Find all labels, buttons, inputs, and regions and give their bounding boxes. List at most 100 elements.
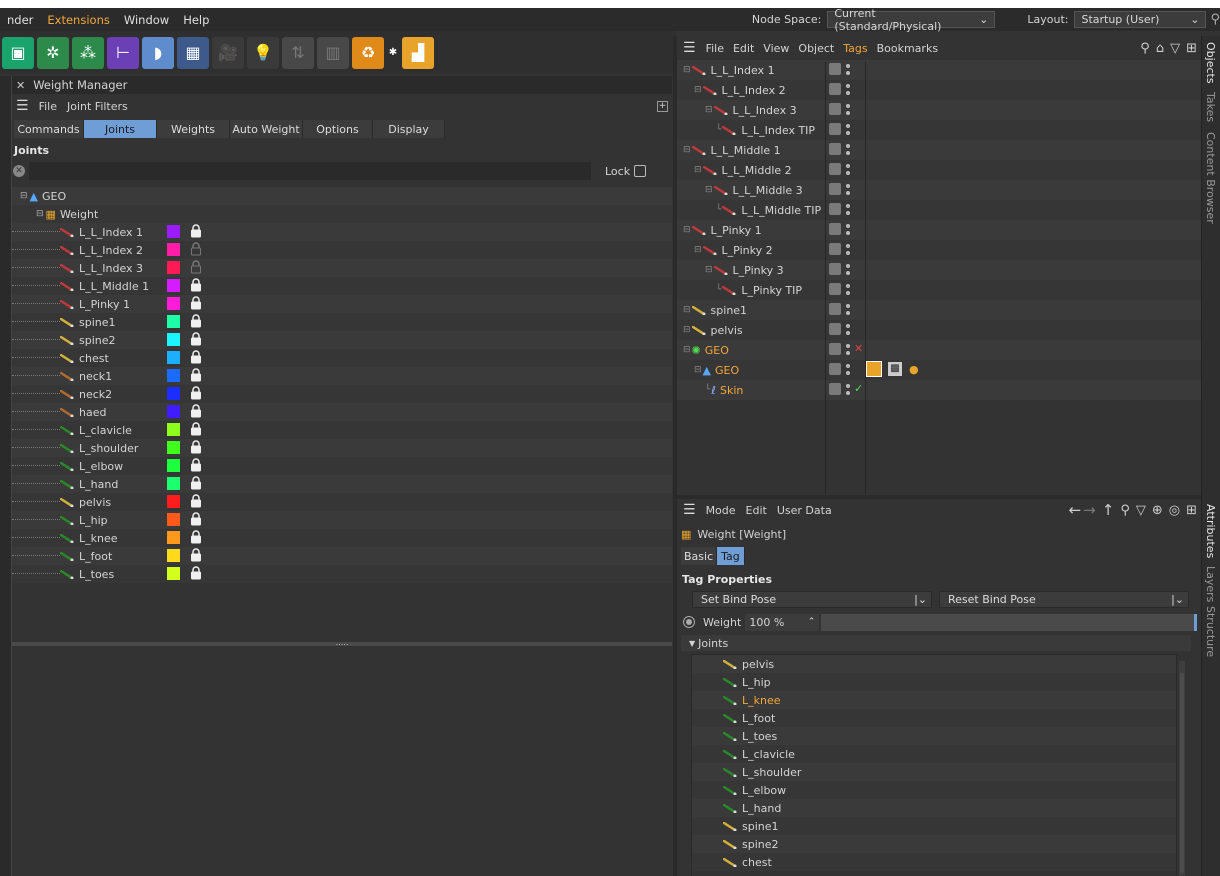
lock-icon[interactable] [190, 314, 202, 328]
side-tab-takes[interactable]: Takes [1204, 92, 1217, 122]
lock-icon[interactable] [190, 548, 202, 562]
joint-color-swatch[interactable] [167, 369, 180, 382]
lock-icon[interactable] [190, 332, 202, 346]
panel-divider[interactable] [677, 495, 1201, 499]
object-row[interactable]: ⊟ L_L_Middle 2 [677, 160, 1201, 180]
cube-icon[interactable]: ▣ [2, 36, 34, 69]
layer-toggle-icon[interactable] [829, 283, 841, 295]
joint-row[interactable]: spine1 [12, 313, 672, 331]
lock-icon[interactable] [190, 368, 202, 382]
layer-toggle-icon[interactable] [829, 63, 841, 75]
joint-color-swatch[interactable] [167, 297, 180, 310]
lock-icon[interactable] [190, 530, 202, 544]
list-item[interactable]: L_toes [692, 727, 1176, 745]
visibility-dots-icon[interactable] [846, 303, 850, 317]
lock-icon[interactable] [190, 278, 202, 292]
tree-expand-icon[interactable]: ⊟ [694, 245, 702, 255]
joint-color-swatch[interactable] [167, 279, 180, 292]
joint-color-swatch[interactable] [167, 459, 180, 472]
dropdown-arrow-icon[interactable]: |⌄ [914, 593, 927, 606]
lock-icon[interactable] [190, 476, 202, 490]
layer-toggle-icon[interactable] [829, 303, 841, 315]
expand-panel-icon[interactable]: ⊞ [1186, 503, 1197, 518]
joint-row[interactable]: L_L_Index 3 [12, 259, 672, 277]
object-row[interactable]: ⊟ L_L_Index 1 [677, 60, 1201, 80]
visibility-dots-icon[interactable] [846, 283, 850, 297]
timeline-icon[interactable]: ▥ [317, 36, 349, 69]
visibility-dots-icon[interactable] [846, 223, 850, 237]
object-row[interactable]: ⊟ spine1 [677, 300, 1201, 320]
list-item[interactable]: L_knee [692, 691, 1176, 709]
menu-bookmarks[interactable]: Bookmarks [877, 42, 938, 55]
joint-row[interactable]: spine2 [12, 331, 672, 349]
expand-panel-icon[interactable]: + [657, 100, 668, 112]
visibility-dots-icon[interactable] [846, 243, 850, 257]
visibility-dots-icon[interactable] [846, 83, 850, 97]
lock-icon[interactable] [190, 350, 202, 364]
menu-object[interactable]: Object [798, 42, 834, 55]
tab-options[interactable]: Options [303, 120, 373, 138]
layer-toggle-icon[interactable] [829, 263, 841, 275]
object-row[interactable]: ⊟ L_L_Index 2 [677, 80, 1201, 100]
joint-color-swatch[interactable] [167, 567, 180, 580]
object-row[interactable]: └ ℓ Skin ✓ [677, 380, 1201, 400]
joint-row[interactable]: L_Pinky 1 [12, 295, 672, 313]
side-tab-attributes[interactable]: Attributes [1204, 504, 1217, 558]
tree-expand-icon[interactable]: ⊟ [683, 305, 691, 315]
object-row[interactable]: ⊟ L_Pinky 1 [677, 220, 1201, 240]
layer-toggle-icon[interactable] [829, 183, 841, 195]
hamburger-icon[interactable]: ☰ [683, 502, 696, 518]
joint-row[interactable]: L_L_Middle 1 [12, 277, 672, 295]
light-icon[interactable]: 💡 [247, 36, 279, 69]
menu-extensions[interactable]: Extensions [40, 13, 116, 27]
joint-row[interactable]: L_L_Index 2 [12, 241, 672, 259]
menu-file[interactable]: File [706, 42, 724, 55]
list-item[interactable]: L_clavicle [692, 745, 1176, 763]
tree-expand-icon[interactable]: └ [716, 205, 721, 215]
layer-toggle-icon[interactable] [829, 103, 841, 115]
target-icon[interactable]: ◎ [1169, 503, 1180, 518]
menu-tags[interactable]: Tags [843, 42, 867, 55]
tab-weights[interactable]: Weights [157, 120, 230, 138]
tree-row-geo[interactable]: ⊟ ▲ GEO [12, 187, 672, 205]
close-icon[interactable]: ✕ [16, 79, 25, 92]
tab-tag[interactable]: Tag [717, 547, 745, 565]
joint-color-swatch[interactable] [167, 387, 180, 400]
joint-color-swatch[interactable] [167, 243, 180, 256]
joint-row[interactable]: L_hand [12, 475, 672, 493]
layer-toggle-icon[interactable] [829, 383, 841, 395]
tab-auto-weight[interactable]: Auto Weight [230, 120, 303, 138]
side-tab-structure[interactable]: Structure [1204, 606, 1217, 657]
tree-expand-icon[interactable]: ⊟ [683, 65, 691, 75]
joint-row[interactable]: L_elbow [12, 457, 672, 475]
tree-expand-icon[interactable]: ⊟ [705, 185, 713, 195]
hamburger-icon[interactable]: ☰ [683, 40, 696, 56]
layer-toggle-icon[interactable] [829, 343, 841, 355]
lock-icon[interactable] [190, 224, 202, 238]
back-arrow-icon[interactable]: ← [1069, 501, 1082, 519]
up-arrow-icon[interactable]: ↑ [1102, 501, 1115, 519]
visibility-dots-icon[interactable] [846, 143, 850, 157]
joint-color-swatch[interactable] [167, 261, 180, 274]
menu-window[interactable]: Window [117, 13, 176, 27]
list-item[interactable]: chest [692, 853, 1176, 871]
weight-tag-icon[interactable] [866, 361, 882, 377]
menu-edit[interactable]: Edit [746, 504, 767, 517]
animation-radio-icon[interactable] [683, 616, 695, 628]
search-icon[interactable]: ⚲ [1210, 12, 1220, 27]
layer-toggle-icon[interactable] [829, 83, 841, 95]
reset-bind-pose-button[interactable]: Reset Bind Pose |⌄ [939, 590, 1189, 608]
clear-filter-icon[interactable]: ✕ [13, 165, 25, 177]
tree-row-weight-tag[interactable]: ⊟ ▦ Weight [12, 205, 672, 223]
layer-toggle-icon[interactable] [829, 243, 841, 255]
hamburger-icon[interactable]: ☰ [16, 98, 29, 114]
joint-color-swatch[interactable] [167, 405, 180, 418]
visibility-dots-icon[interactable] [846, 183, 850, 197]
joint-filter-input[interactable] [29, 162, 591, 180]
object-row[interactable]: ⊟ L_L_Middle 1 [677, 140, 1201, 160]
joints-group-header[interactable]: ▼ Joints [681, 635, 1191, 651]
home-icon[interactable]: ⌂ [1156, 41, 1164, 56]
lock-icon[interactable] [190, 242, 202, 256]
enabled-check-icon[interactable]: ✓ [854, 382, 863, 395]
joint-row[interactable]: L_toes [12, 565, 672, 583]
